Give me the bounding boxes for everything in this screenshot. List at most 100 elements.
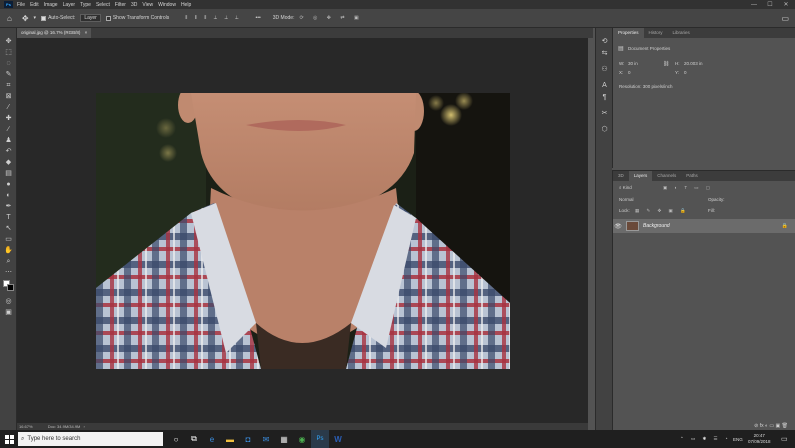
- pen-tool-icon[interactable]: ✒: [4, 203, 13, 211]
- rectangle-tool-icon[interactable]: ▭: [4, 236, 13, 244]
- document-image[interactable]: [96, 93, 510, 369]
- windows-logo-icon: [4, 434, 14, 444]
- healing-brush-tool-icon[interactable]: ✚: [4, 115, 13, 123]
- type-tool-icon[interactable]: T: [4, 214, 13, 222]
- menu-3d[interactable]: 3D: [131, 2, 137, 8]
- mail-icon[interactable]: ✉: [257, 430, 275, 448]
- menu-edit[interactable]: Edit: [30, 2, 39, 8]
- link-icon[interactable]: ⛓: [663, 61, 669, 67]
- layer-filter-icons[interactable]: ▣ ◐ T ▭ ▢: [663, 185, 713, 191]
- language-indicator[interactable]: ENG: [733, 430, 743, 448]
- blur-tool-icon[interactable]: ●: [4, 181, 13, 189]
- chrome-icon[interactable]: ◉: [293, 430, 311, 448]
- menu-window[interactable]: Window: [158, 2, 176, 8]
- dodge-tool-icon[interactable]: ◐: [4, 192, 13, 200]
- adjustments-icon[interactable]: ⇆: [600, 50, 609, 58]
- edge-icon[interactable]: e: [203, 430, 221, 448]
- 3d-panel-icon[interactable]: ⬡: [600, 126, 609, 134]
- menu-layer[interactable]: Layer: [63, 2, 76, 8]
- tab-layers[interactable]: Layers: [628, 171, 653, 181]
- fill-label: Fill:: [708, 208, 715, 213]
- paragraph-icon[interactable]: ¶: [600, 94, 609, 102]
- marquee-tool-icon[interactable]: ⬚: [4, 49, 13, 57]
- align-icons[interactable]: ⫴ ⫴ ⫴ ⊥ ⊥ ⊥: [185, 15, 241, 21]
- menu-select[interactable]: Select: [96, 2, 110, 8]
- zoom-level[interactable]: 16.67%: [19, 424, 33, 429]
- character-icon[interactable]: A: [600, 82, 609, 90]
- menu-image[interactable]: Image: [44, 2, 58, 8]
- move-tool-icon[interactable]: ✥: [4, 38, 13, 46]
- tab-paths[interactable]: Paths: [681, 171, 703, 181]
- maximize-button[interactable]: ☐: [763, 0, 777, 9]
- notifications-icon[interactable]: ▭: [781, 430, 788, 448]
- menu-type[interactable]: Type: [80, 2, 91, 8]
- workspace-icon[interactable]: ▭: [781, 14, 789, 23]
- background-color-swatch[interactable]: [7, 284, 14, 291]
- hand-tool-icon[interactable]: ✋: [4, 247, 13, 255]
- brush-tool-icon[interactable]: ∕: [4, 126, 13, 134]
- tab-properties[interactable]: Properties: [613, 28, 644, 38]
- eyedropper-tool-icon[interactable]: ⁄: [4, 104, 13, 112]
- clone-stamp-tool-icon[interactable]: ♟: [4, 137, 13, 145]
- tray-icons[interactable]: ⌃ ▭ ✱ ☰ ◔: [680, 430, 731, 448]
- y-value[interactable]: 0: [684, 70, 687, 75]
- document-tab[interactable]: original.jpg @ 16.7% (RGB/8) ×: [17, 28, 92, 38]
- screen-mode-icon[interactable]: ▣: [4, 309, 13, 317]
- tab-libraries[interactable]: Libraries: [668, 28, 695, 38]
- gradient-tool-icon[interactable]: ▤: [4, 170, 13, 178]
- layer-row-background[interactable]: 👁 Background 🔒: [613, 219, 795, 233]
- layers-footer-icons[interactable]: ⊘ fx ◐ ▭ ▣ 🗑: [613, 422, 795, 430]
- crop-tool-icon[interactable]: ⌗: [4, 82, 13, 90]
- height-value[interactable]: 20.003 in: [684, 61, 703, 66]
- x-value[interactable]: 0: [628, 70, 631, 75]
- lasso-tool-icon[interactable]: ◌: [4, 60, 13, 68]
- tab-history[interactable]: History: [644, 28, 668, 38]
- auto-select-dropdown[interactable]: Layer: [80, 14, 101, 22]
- eye-icon[interactable]: 👁: [613, 223, 623, 230]
- clock[interactable]: 20:47 07/09/2018: [748, 430, 771, 448]
- menu-view[interactable]: View: [142, 2, 153, 8]
- blend-mode-dropdown[interactable]: Normal: [619, 197, 634, 202]
- width-value[interactable]: 30 in: [628, 61, 638, 66]
- eraser-tool-icon[interactable]: ◆: [4, 159, 13, 167]
- frame-tool-icon[interactable]: ⊠: [4, 93, 13, 101]
- auto-select-checkbox[interactable]: Auto-Select:: [41, 15, 75, 21]
- layer-filter-dropdown[interactable]: ⌕ Kind: [619, 185, 632, 190]
- photoshop-taskbar-icon[interactable]: Ps: [311, 430, 329, 448]
- move-tool-icon[interactable]: ✥: [22, 14, 29, 23]
- word-icon[interactable]: W: [329, 430, 347, 448]
- 3d-mode-icons[interactable]: ⟳ ◎ ✥ ⇄ ▣: [299, 15, 362, 21]
- history-icon[interactable]: ⟲: [600, 38, 609, 46]
- close-button[interactable]: ✕: [779, 0, 793, 9]
- file-explorer-icon[interactable]: ▬: [221, 430, 239, 448]
- quick-select-tool-icon[interactable]: ✎: [4, 71, 13, 79]
- checkbox-icon: [105, 15, 111, 21]
- y-label: Y:: [675, 70, 680, 75]
- edit-toolbar-icon[interactable]: ⋯: [4, 269, 13, 277]
- menu-file[interactable]: File: [17, 2, 25, 8]
- menu-filter[interactable]: Filter: [115, 2, 126, 8]
- minimize-button[interactable]: —: [747, 0, 761, 9]
- close-tab-icon[interactable]: ×: [85, 30, 88, 35]
- taskbar-search-input[interactable]: ⌕ Type here to search: [18, 432, 163, 446]
- home-icon[interactable]: ⌂: [7, 14, 12, 23]
- more-options-button[interactable]: •••: [256, 15, 261, 21]
- chevron-down-icon[interactable]: ▾: [34, 15, 37, 21]
- tab-3d[interactable]: 3D: [613, 171, 629, 181]
- start-button[interactable]: [0, 430, 18, 448]
- zoom-tool-icon[interactable]: ⌕: [4, 258, 13, 266]
- people-icon[interactable]: ⚇: [600, 66, 609, 74]
- transform-controls-checkbox[interactable]: Show Transform Controls: [105, 15, 169, 21]
- quick-mask-icon[interactable]: ◎: [4, 298, 13, 306]
- store-icon[interactable]: ◘: [239, 430, 257, 448]
- tab-channels[interactable]: Channels: [652, 171, 681, 181]
- cortana-icon[interactable]: ○: [167, 430, 185, 448]
- path-select-tool-icon[interactable]: ↖: [4, 225, 13, 233]
- tools-preset-icon[interactable]: ✂: [600, 110, 609, 118]
- history-brush-tool-icon[interactable]: ↶: [4, 148, 13, 156]
- calculator-icon[interactable]: ▦: [275, 430, 293, 448]
- chevron-right-icon[interactable]: ›: [84, 424, 85, 429]
- menu-help[interactable]: Help: [181, 2, 191, 8]
- lock-icons[interactable]: ▦ ✎ ✥ ▣ 🔒: [635, 208, 689, 214]
- task-view-icon[interactable]: ⧉: [185, 430, 203, 448]
